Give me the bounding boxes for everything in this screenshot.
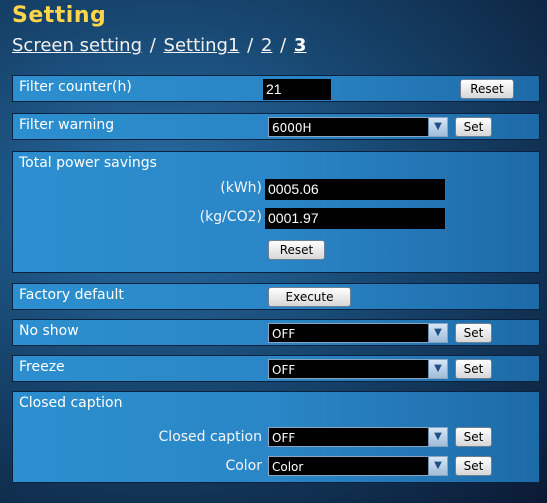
no-show-select[interactable]: OFF ▼ (268, 323, 448, 343)
chevron-down-icon[interactable]: ▼ (428, 457, 447, 475)
chevron-down-icon[interactable]: ▼ (428, 118, 447, 136)
settings-panel: Filter counter(h) 21 Reset Filter warnin… (12, 75, 540, 489)
breadcrumb-separator: / (241, 35, 259, 56)
kwh-value: 0005.06 (265, 179, 445, 200)
closed-caption-section-label: Closed caption (19, 395, 123, 411)
color-label: Color (225, 458, 262, 474)
co2-label: (kg/CO2) (199, 209, 262, 225)
filter-counter-row: Filter counter(h) 21 Reset (12, 75, 540, 102)
no-show-set-button[interactable]: Set (455, 323, 492, 343)
closed-caption-label: Closed caption (158, 429, 262, 445)
freeze-label: Freeze (19, 359, 65, 375)
filter-counter-reset-button[interactable]: Reset (460, 79, 514, 99)
filter-warning-select[interactable]: 6000H ▼ (268, 117, 448, 137)
header: Setting Screen setting / Setting1 / 2 / … (0, 0, 547, 75)
total-power-savings-row: Total power savings (kWh) 0005.06 (kg/CO… (12, 151, 540, 273)
freeze-select[interactable]: OFF ▼ (268, 359, 448, 379)
closed-caption-select[interactable]: OFF ▼ (268, 427, 448, 447)
color-select[interactable]: Color ▼ (268, 456, 448, 476)
breadcrumb-separator: / (144, 35, 162, 56)
breadcrumb-setting1[interactable]: Setting1 (164, 35, 240, 56)
color-set-button[interactable]: Set (455, 456, 492, 476)
breadcrumb-separator: / (274, 35, 292, 56)
filter-warning-selected-value: 6000H (272, 121, 312, 135)
no-show-selected-value: OFF (272, 327, 296, 341)
filter-counter-label: Filter counter(h) (19, 79, 132, 95)
breadcrumb: Screen setting / Setting1 / 2 / 3 (12, 35, 306, 56)
filter-counter-value: 21 (263, 79, 331, 100)
breadcrumb-screen-setting[interactable]: Screen setting (12, 35, 142, 56)
closed-caption-selected-value: OFF (272, 431, 296, 445)
closed-caption-row: Closed caption Closed caption OFF ▼ Set … (12, 391, 540, 483)
freeze-selected-value: OFF (272, 363, 296, 377)
setting-window: Setting Screen setting / Setting1 / 2 / … (0, 0, 547, 503)
page-title: Setting (12, 3, 107, 28)
color-selected-value: Color (272, 460, 304, 474)
total-power-savings-label: Total power savings (19, 155, 157, 171)
freeze-row: Freeze OFF ▼ Set (12, 355, 540, 382)
factory-default-row: Factory default Execute (12, 283, 540, 310)
factory-default-execute-button[interactable]: Execute (268, 287, 351, 307)
chevron-down-icon[interactable]: ▼ (428, 428, 447, 446)
breadcrumb-page-2[interactable]: 2 (261, 35, 272, 56)
chevron-down-icon[interactable]: ▼ (428, 324, 447, 342)
breadcrumb-page-3: 3 (293, 35, 307, 56)
freeze-set-button[interactable]: Set (455, 359, 492, 379)
co2-value: 0001.97 (265, 208, 445, 229)
power-savings-reset-button[interactable]: Reset (268, 240, 325, 260)
no-show-row: No show OFF ▼ Set (12, 319, 540, 346)
kwh-label: (kWh) (220, 180, 262, 196)
closed-caption-set-button[interactable]: Set (455, 427, 492, 447)
filter-warning-row: Filter warning 6000H ▼ Set (12, 113, 540, 140)
factory-default-label: Factory default (19, 287, 124, 303)
filter-warning-label: Filter warning (19, 117, 115, 133)
chevron-down-icon[interactable]: ▼ (428, 360, 447, 378)
filter-warning-set-button[interactable]: Set (455, 117, 492, 137)
no-show-label: No show (19, 323, 79, 339)
